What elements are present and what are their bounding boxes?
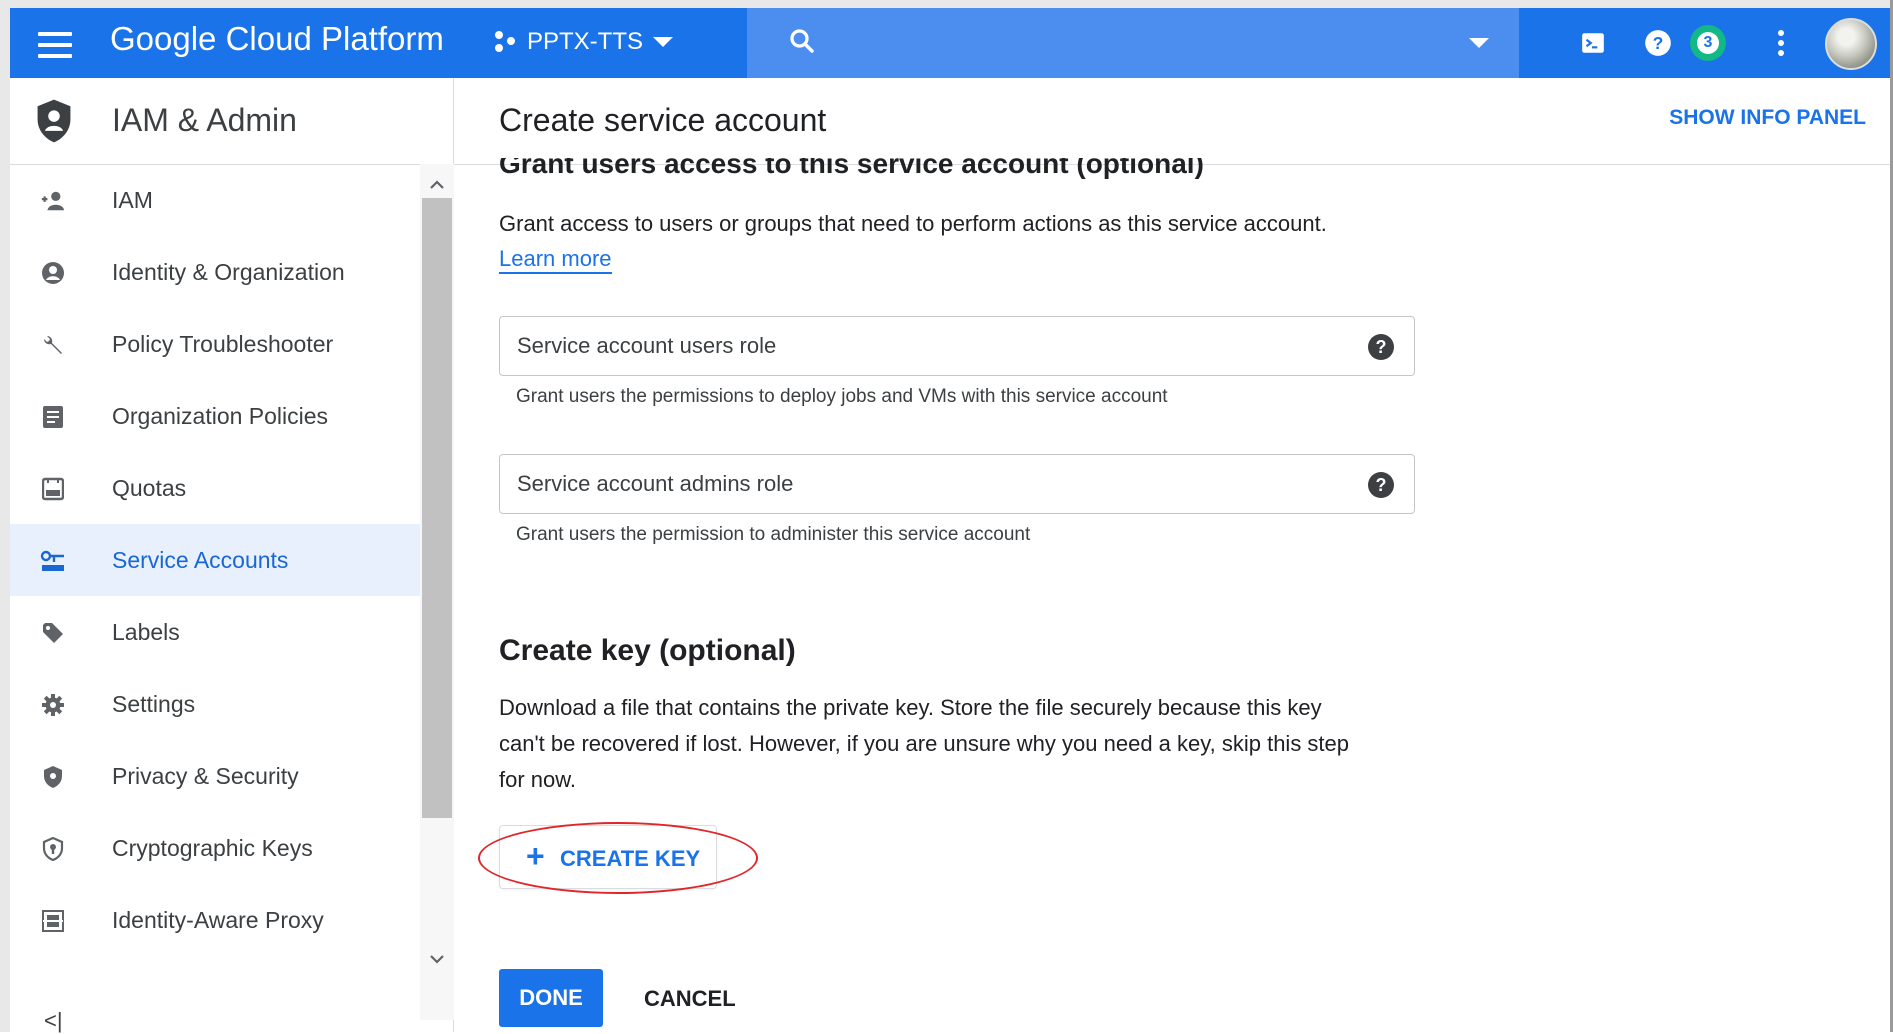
brand-title[interactable]: Google Cloud Platform xyxy=(110,20,444,58)
plus-icon: + xyxy=(526,838,545,874)
collapse-nav-button[interactable]: <| xyxy=(44,1008,63,1034)
users-role-hint: Grant users the permissions to deploy jo… xyxy=(516,386,1168,407)
search-dropdown-icon[interactable] xyxy=(1469,38,1489,48)
main-content: Create service account SHOW INFO PANEL G… xyxy=(454,78,1890,1032)
more-vert-icon[interactable] xyxy=(1776,28,1786,58)
document-list-icon xyxy=(40,404,66,430)
key-shield-icon xyxy=(40,836,66,862)
iam-shield-icon xyxy=(37,99,71,143)
scrollbar-thumb[interactable] xyxy=(422,198,452,818)
sidebar-item-label: IAM xyxy=(112,186,153,213)
notifications-count: 3 xyxy=(1697,32,1719,54)
help-icon[interactable]: ? xyxy=(1368,472,1394,498)
sidebar-item-organization-policies[interactable]: Organization Policies xyxy=(10,380,420,452)
grant-section-heading-clip: Grant users access to this service accou… xyxy=(499,158,1499,188)
project-name: PPTX-TTS xyxy=(527,28,644,55)
grant-description: Grant access to users or groups that nee… xyxy=(499,211,1327,236)
top-app-bar: Google Cloud Platform PPTX-TTS ? 3 xyxy=(10,0,1890,78)
create-key-description-line: can't be recovered if lost. However, if … xyxy=(499,731,1350,756)
sidebar-item-label: Settings xyxy=(112,690,196,717)
top-actions: ? 3 xyxy=(1510,8,1890,78)
sidebar-item-label: Service Accounts xyxy=(112,546,289,573)
sidebar-item-label: Privacy & Security xyxy=(112,762,299,789)
wrench-icon xyxy=(40,332,66,358)
project-selector[interactable]: PPTX-TTS xyxy=(495,28,674,56)
proxy-icon xyxy=(40,908,66,934)
notifications-icon[interactable]: 3 xyxy=(1690,25,1726,61)
sidebar-item-identity-aware-proxy[interactable]: Identity-Aware Proxy xyxy=(10,884,420,956)
help-icon[interactable]: ? xyxy=(1368,334,1394,360)
learn-more-link[interactable]: Learn more xyxy=(499,246,612,274)
nav-title: IAM & Admin xyxy=(112,102,297,138)
sidebar-item-label: Policy Troubleshooter xyxy=(112,330,334,357)
sidebar-item-privacy-security[interactable]: Privacy & Security xyxy=(10,740,420,812)
chevron-down-icon xyxy=(653,37,674,47)
person-add-icon xyxy=(40,188,66,214)
nav-list: IAM Identity & Organization Policy Troub… xyxy=(10,164,420,956)
help-icon[interactable]: ? xyxy=(1644,29,1672,57)
sidebar-item-label: Quotas xyxy=(112,474,187,501)
project-dots-icon xyxy=(495,31,517,53)
sidebar-item-policy-troubleshooter[interactable]: Policy Troubleshooter xyxy=(10,308,420,380)
sidebar-item-label: Cryptographic Keys xyxy=(112,834,313,861)
sidebar-item-settings[interactable]: Settings xyxy=(10,668,420,740)
admins-role-hint: Grant users the permission to administer… xyxy=(516,524,1031,545)
sidebar-item-identity-organization[interactable]: Identity & Organization xyxy=(10,236,420,308)
page-title: Create service account xyxy=(499,102,827,138)
scroll-down-icon[interactable] xyxy=(428,954,446,966)
service-account-icon xyxy=(40,548,66,574)
show-info-panel-button[interactable]: SHOW INFO PANEL xyxy=(1669,106,1866,130)
svg-text:?: ? xyxy=(1653,33,1664,53)
create-key-description-line: Download a file that contains the privat… xyxy=(499,695,1322,720)
done-button[interactable]: DONE xyxy=(499,969,603,1027)
sidebar-item-iam[interactable]: IAM xyxy=(10,164,420,236)
shield-icon xyxy=(40,764,66,790)
create-key-heading: Create key (optional) xyxy=(499,634,796,667)
gear-icon xyxy=(40,692,66,718)
sidebar-item-cryptographic-keys[interactable]: Cryptographic Keys xyxy=(10,812,420,884)
avatar[interactable] xyxy=(1825,18,1877,70)
create-key-label: CREATE KEY xyxy=(560,846,701,871)
label-tag-icon xyxy=(40,620,66,646)
create-key-description-line: for now. xyxy=(499,767,577,792)
sidebar-item-quotas[interactable]: Quotas xyxy=(10,452,420,524)
sidebar-item-label: Labels xyxy=(112,618,180,645)
search-icon xyxy=(790,29,814,53)
menu-icon[interactable] xyxy=(38,32,72,58)
cloud-shell-icon[interactable] xyxy=(1580,30,1606,56)
sidebar-item-label: Identity-Aware Proxy xyxy=(112,906,324,933)
search-bar[interactable] xyxy=(747,8,1519,78)
scroll-up-icon[interactable] xyxy=(428,178,446,190)
account-circle-icon xyxy=(40,260,66,286)
create-key-button[interactable]: + CREATE KEY xyxy=(499,825,717,889)
quota-icon xyxy=(40,476,66,502)
left-nav: IAM & Admin IAM Identity & Organization … xyxy=(10,78,454,1034)
grant-section-heading: Grant users access to this service accou… xyxy=(499,158,1204,179)
sidebar-item-labels[interactable]: Labels xyxy=(10,596,420,668)
page-header: Create service account SHOW INFO PANEL xyxy=(454,78,1890,165)
nav-header: IAM & Admin xyxy=(10,78,453,165)
cancel-button[interactable]: CANCEL xyxy=(644,986,736,1012)
admins-role-value: Service account admins role xyxy=(517,471,794,496)
users-role-value: Service account users role xyxy=(517,333,777,358)
sidebar-item-service-accounts[interactable]: Service Accounts xyxy=(10,524,420,596)
sidebar-item-label: Organization Policies xyxy=(112,402,329,429)
sidebar-item-label: Identity & Organization xyxy=(112,258,345,285)
service-account-admins-role-field[interactable]: Service account admins role ? xyxy=(499,454,1415,514)
service-account-users-role-field[interactable]: Service account users role ? xyxy=(499,316,1415,376)
